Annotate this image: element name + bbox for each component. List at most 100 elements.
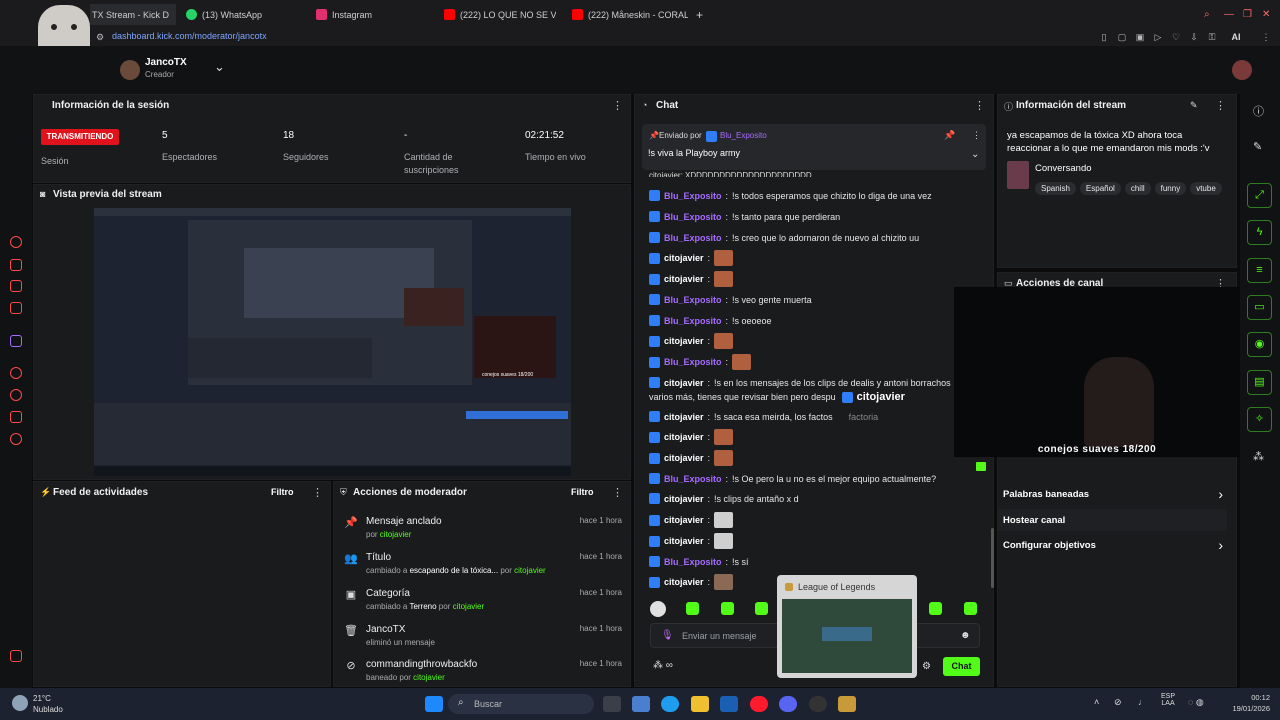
ai-button[interactable]: AI bbox=[1224, 31, 1248, 43]
clock[interactable]: 00:12 19/01/2026 bbox=[1222, 692, 1270, 714]
mod-action-row[interactable]: 📌 Mensaje anclado por citojavier hace 1 hor… bbox=[344, 516, 626, 550]
chat-username[interactable]: citojavier bbox=[664, 432, 704, 442]
mod-filter-button[interactable]: Filtro bbox=[571, 487, 594, 497]
kebab-menu-icon[interactable]: ⋮ bbox=[612, 99, 623, 112]
chat-username[interactable]: citojavier bbox=[664, 577, 704, 587]
detail-user[interactable]: citojavier bbox=[514, 566, 546, 575]
mic-tray-icon[interactable]: ♩ bbox=[1138, 697, 1147, 707]
chat-message[interactable]: citojavier: bbox=[649, 512, 734, 528]
chat-message[interactable]: Blu_Exposito: bbox=[649, 354, 752, 370]
tag[interactable]: Spanish bbox=[1035, 182, 1076, 195]
maximize-icon[interactable]: ❐ bbox=[1243, 4, 1255, 25]
notes-button[interactable]: ≡ bbox=[1247, 258, 1272, 283]
clock-icon[interactable] bbox=[10, 389, 22, 401]
tag[interactable]: vtube bbox=[1190, 182, 1222, 195]
network-icon[interactable]: ⁂ bbox=[1253, 450, 1264, 463]
kebab-menu-icon[interactable]: ⋮ bbox=[974, 99, 985, 112]
chevron-up-icon[interactable]: ˄ bbox=[1094, 697, 1099, 707]
emote-picker-icon[interactable] bbox=[650, 601, 666, 617]
mod-action-row[interactable]: 👥 Título cambiado a escapando de la tóxica… bbox=[344, 552, 626, 586]
kick-logo-icon[interactable] bbox=[10, 650, 22, 662]
chat-username[interactable]: citojavier bbox=[664, 253, 704, 263]
edge-icon[interactable] bbox=[661, 696, 679, 712]
chat-message[interactable]: Blu_Exposito: !s veo gente muerta bbox=[649, 294, 812, 305]
twitch-icon[interactable] bbox=[10, 335, 22, 347]
chat-message[interactable]: citojavier: !s en los mensajes de los cl… bbox=[649, 377, 951, 388]
screenshot-icon[interactable]: ▢ bbox=[1116, 31, 1128, 43]
close-icon[interactable]: ✕ bbox=[1262, 4, 1274, 25]
chat-username[interactable]: Blu_Exposito bbox=[664, 474, 722, 484]
chat-message[interactable]: Blu_Exposito: !s creo que lo adornaron de… bbox=[649, 232, 919, 243]
chat-message[interactable]: citojavier: bbox=[649, 450, 734, 466]
chat-username[interactable]: Blu_Exposito bbox=[664, 212, 722, 222]
wrench-button[interactable]: ✧ bbox=[1247, 407, 1272, 432]
obs-icon[interactable] bbox=[809, 696, 827, 712]
tab-instagram[interactable]: Instagram bbox=[316, 4, 426, 25]
chat-username[interactable]: Blu_Exposito bbox=[664, 316, 722, 326]
league-taskbar-icon[interactable] bbox=[838, 696, 856, 712]
broadcast-button[interactable]: ◉ bbox=[1247, 332, 1272, 357]
chat-message[interactable]: citojavier: bbox=[649, 333, 734, 349]
windows-start-icon[interactable] bbox=[425, 696, 443, 712]
chat-username[interactable]: Blu_Exposito bbox=[664, 295, 722, 305]
chat-message[interactable]: Blu_Exposito: !s tanto para que perdieran bbox=[649, 211, 840, 222]
tab-youtube-2[interactable]: (222) Måneskin - CORALIN bbox=[572, 4, 688, 25]
bolt-button[interactable]: ϟ bbox=[1247, 220, 1272, 245]
info-icon[interactable]: ⓘ bbox=[1253, 103, 1264, 119]
mod-action-row[interactable]: ▣ Categoría cambiado a Terreno por citojav… bbox=[344, 588, 626, 622]
url-field[interactable]: dashboard.kick.com/moderator/jancotx bbox=[112, 31, 267, 41]
detail-user[interactable]: citojavier bbox=[413, 673, 445, 682]
heart-icon[interactable]: ♡ bbox=[1170, 31, 1182, 43]
language-indicator[interactable]: ESP LAA bbox=[1161, 693, 1175, 707]
chat-message[interactable]: Blu_Exposito: !s oeoeoe bbox=[649, 315, 772, 326]
taskbar-search[interactable]: ⌕ Buscar bbox=[448, 694, 594, 714]
file-explorer-icon[interactable] bbox=[691, 696, 709, 712]
channel-action-host[interactable]: Hostear canal bbox=[997, 509, 1227, 531]
play-circle-icon[interactable] bbox=[10, 367, 22, 379]
hover-username[interactable]: citojavier bbox=[857, 391, 905, 403]
chat-message[interactable]: citojavier: !s saca esa meirda, los facto… bbox=[649, 411, 878, 422]
tab-whatsapp[interactable]: (13) WhatsApp bbox=[186, 4, 296, 25]
mic-icon[interactable]: 🎙 bbox=[661, 630, 674, 641]
taskbar-preview-popup[interactable]: League of Legends bbox=[777, 575, 917, 678]
kick-emote-icon[interactable] bbox=[964, 602, 977, 615]
stream-icon[interactable] bbox=[10, 259, 22, 271]
emoji-icon[interactable]: ☻ bbox=[960, 630, 971, 641]
discord-icon[interactable] bbox=[779, 696, 797, 712]
chat-username[interactable]: Blu_Exposito bbox=[664, 233, 722, 243]
gear-icon[interactable]: ⚙ bbox=[922, 661, 931, 672]
channel-avatar[interactable] bbox=[120, 60, 140, 80]
chevron-down-icon[interactable]: ⌄ bbox=[971, 149, 979, 160]
chat-message[interactable]: citojavier: !s clips de antaño x d bbox=[649, 493, 799, 504]
expand-button[interactable]: ⤢ bbox=[1247, 183, 1272, 208]
kick-emote-icon[interactable] bbox=[929, 602, 942, 615]
detail-user[interactable]: citojavier bbox=[380, 530, 412, 539]
mod-action-row[interactable]: 🗑 JancoTX eliminó un mensaje hace 1 hora bbox=[344, 624, 626, 658]
chat-button[interactable]: ▭ bbox=[1247, 295, 1272, 320]
channel-action-banned-words[interactable]: Palabras baneadas › bbox=[1003, 486, 1225, 502]
chat-message[interactable]: citojavier: bbox=[649, 429, 734, 445]
pinned-message[interactable]: 📌 Enviado por Blu_Exposito !s viva la Pl… bbox=[642, 124, 986, 170]
chat-message[interactable]: citojavier: bbox=[649, 250, 734, 266]
search-icon[interactable]: ⌕ bbox=[1204, 4, 1216, 25]
kebab-menu-icon[interactable]: ⋮ bbox=[612, 486, 623, 499]
chat-username[interactable]: citojavier bbox=[664, 412, 704, 422]
chat-message[interactable]: citojavier: bbox=[649, 271, 734, 287]
store-icon[interactable] bbox=[720, 696, 738, 712]
chat-username[interactable]: citojavier bbox=[664, 536, 704, 546]
tag[interactable]: funny bbox=[1154, 182, 1187, 195]
stream-preview-video[interactable]: conejos suaves 18/200 bbox=[94, 208, 571, 476]
download-icon[interactable]: ⇩ bbox=[1188, 31, 1200, 43]
chat-username[interactable]: Blu_Exposito bbox=[664, 191, 722, 201]
chat-username[interactable]: citojavier bbox=[664, 274, 704, 284]
chat-username[interactable]: citojavier bbox=[664, 515, 704, 525]
menu-icon[interactable]: ⋮ bbox=[1260, 31, 1272, 43]
app-icon[interactable] bbox=[632, 696, 650, 712]
tab-youtube-1[interactable]: (222) LO QUE NO SE VIÓ bbox=[444, 4, 556, 25]
kick-emote-icon[interactable] bbox=[721, 602, 734, 615]
pencil-icon[interactable]: ✎ bbox=[1253, 140, 1262, 153]
chat-message[interactable]: Blu_Exposito: !s todos esperamos que chiz… bbox=[649, 190, 932, 201]
new-tab-button[interactable]: + bbox=[696, 4, 708, 25]
tag[interactable]: chill bbox=[1124, 182, 1151, 195]
chat-username[interactable]: citojavier bbox=[664, 453, 704, 463]
